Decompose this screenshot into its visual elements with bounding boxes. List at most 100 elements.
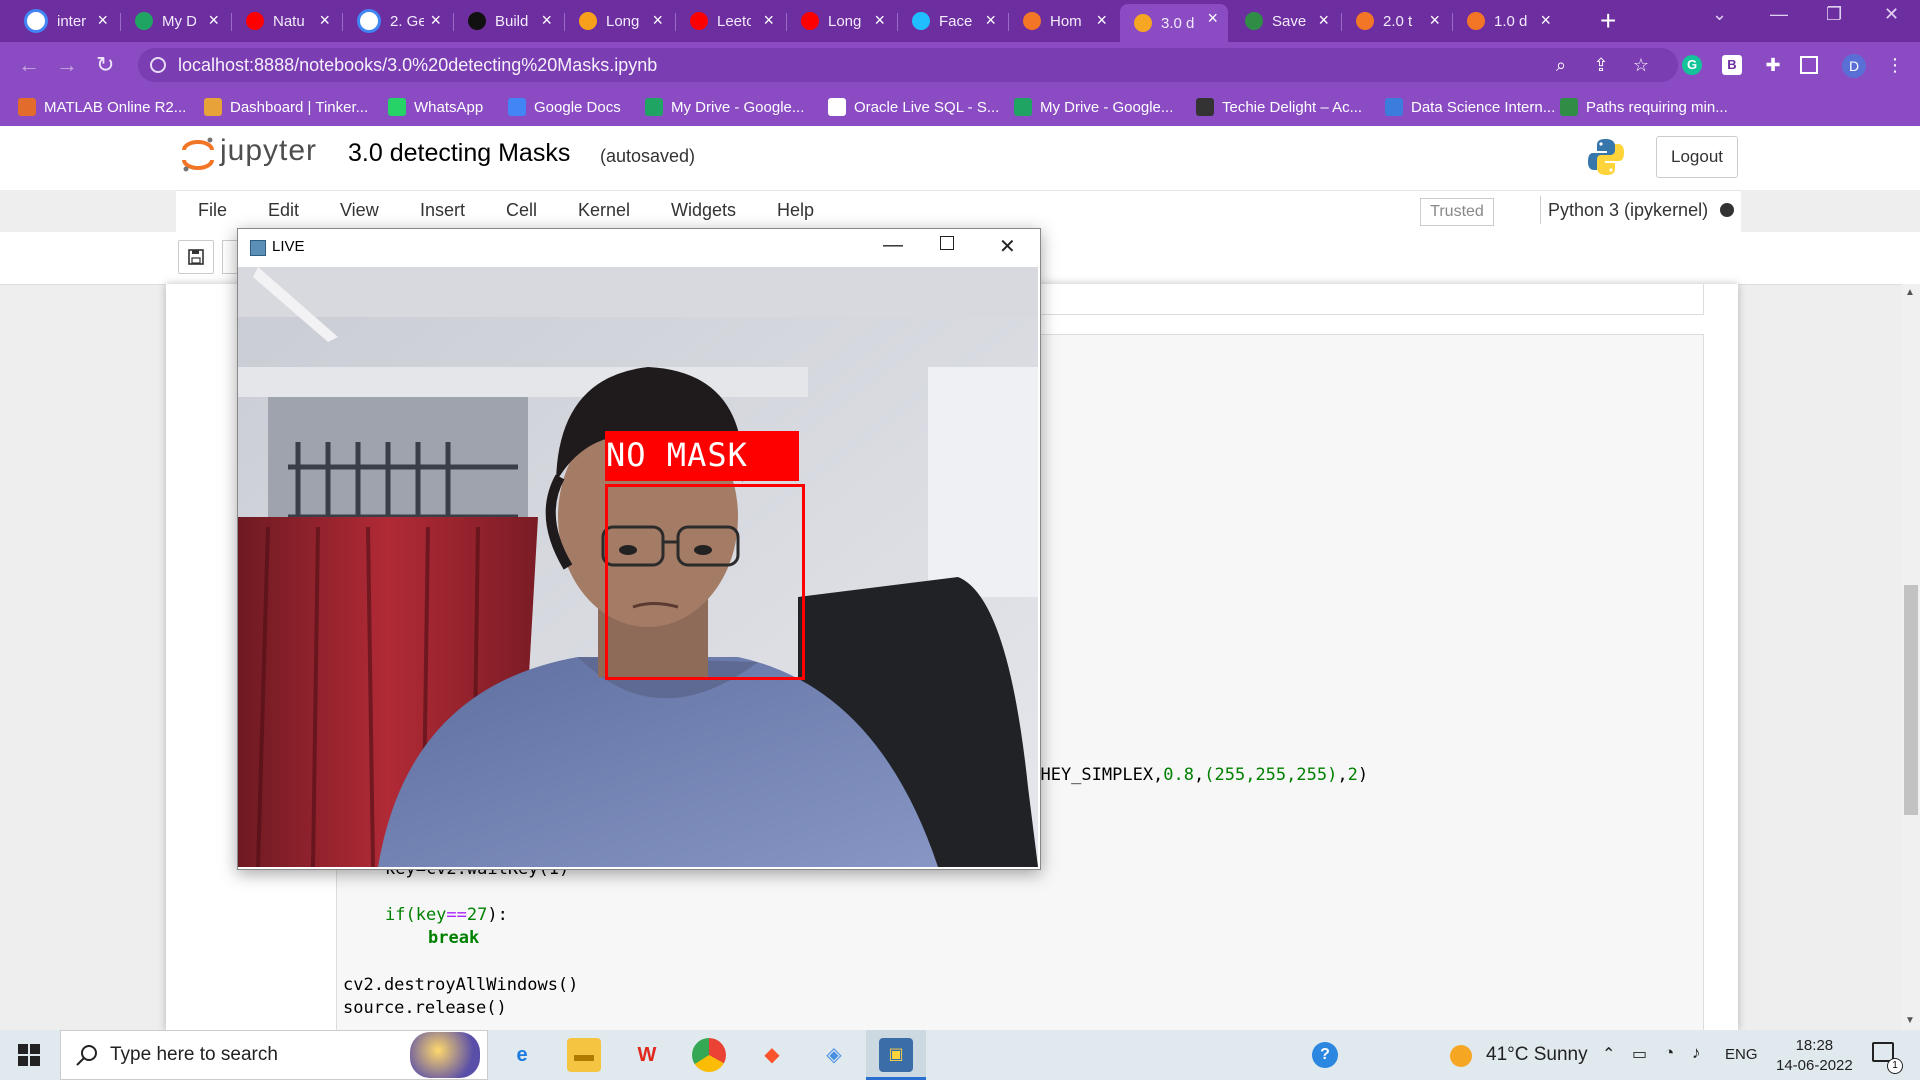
scroll-down-icon[interactable]: ▼: [1905, 1015, 1915, 1026]
bookmark-item[interactable]: My Drive - Google...: [1014, 96, 1173, 118]
tab-close-icon[interactable]: ×: [763, 11, 774, 29]
scrollbar-thumb[interactable]: [1904, 585, 1918, 815]
tab-3-0-d[interactable]: 3.0 d ×: [1120, 4, 1228, 42]
tab-build[interactable]: Build ×: [454, 6, 562, 36]
menu-view[interactable]: View: [340, 200, 379, 221]
minimize-icon[interactable]: —: [1770, 4, 1788, 25]
side-panel-icon[interactable]: [1800, 56, 1818, 74]
tab-2-0-t[interactable]: 2.0 t ×: [1342, 6, 1450, 36]
brave-icon[interactable]: ◆: [755, 1038, 789, 1072]
show-hidden-icons[interactable]: ⌃: [1602, 1044, 1615, 1064]
bookmark-item[interactable]: WhatsApp: [388, 96, 483, 118]
live-window-titlebar[interactable]: [238, 229, 1038, 267]
bookmark-item[interactable]: Paths requiring min...: [1560, 96, 1728, 118]
bookmark-star-icon[interactable]: ☆: [1630, 54, 1652, 76]
file-explorer-icon[interactable]: ▬: [567, 1038, 601, 1072]
tab-long[interactable]: Long ×: [565, 6, 673, 36]
profile-avatar[interactable]: D: [1842, 54, 1866, 78]
tab-close-icon[interactable]: ×: [97, 11, 108, 29]
battery-icon[interactable]: ▭: [1632, 1044, 1647, 1064]
forward-icon[interactable]: →: [56, 52, 78, 78]
trusted-indicator[interactable]: Trusted: [1420, 198, 1494, 226]
search-placeholder[interactable]: Type here to search: [110, 1044, 278, 1066]
share-icon[interactable]: ⇪: [1590, 54, 1612, 76]
bookmark-item[interactable]: Google Docs: [508, 96, 621, 118]
language-indicator[interactable]: ENG: [1725, 1046, 1758, 1063]
tab-close-icon[interactable]: ×: [652, 11, 663, 29]
tab-leetc[interactable]: Leetc ×: [676, 6, 784, 36]
wifi-icon[interactable]: ◔: [1664, 1043, 1674, 1063]
weather-sun-icon[interactable]: [1450, 1045, 1472, 1067]
bookmark-item[interactable]: Techie Delight – Ac...: [1196, 96, 1362, 118]
bookmark-item[interactable]: My Drive - Google...: [645, 96, 804, 118]
notebook-title[interactable]: 3.0 detecting Masks: [348, 139, 570, 168]
tab-close-icon[interactable]: ×: [430, 11, 441, 29]
menu-file[interactable]: File: [198, 200, 227, 221]
tab-title: Long: [828, 12, 862, 30]
tab-close-icon[interactable]: ×: [1429, 11, 1440, 29]
kernel-name[interactable]: Python 3 (ipykernel): [1548, 200, 1708, 221]
system-clock[interactable]: 18:28 14-06-2022: [1776, 1036, 1853, 1076]
tab-close-icon[interactable]: ×: [1207, 9, 1218, 27]
reload-icon[interactable]: ↻: [96, 52, 114, 78]
menu-kernel[interactable]: Kernel: [578, 200, 630, 221]
tab-1-0-d[interactable]: 1.0 d ×: [1453, 6, 1561, 36]
tab-facer[interactable]: Facer ×: [898, 6, 1006, 36]
tab-close-icon[interactable]: ×: [1318, 11, 1329, 29]
save-button[interactable]: [178, 240, 214, 274]
tab-close-icon[interactable]: ×: [985, 11, 996, 29]
windows-start-icon[interactable]: [18, 1044, 40, 1066]
live-minimize-icon[interactable]: —: [883, 234, 903, 257]
youtube-icon: [690, 12, 708, 30]
tab-hom[interactable]: Hom ×: [1009, 6, 1117, 36]
code-rgb: (255,255,255): [1204, 765, 1338, 785]
url-text[interactable]: localhost:8888/notebooks/3.0%20detecting…: [178, 55, 657, 76]
tab-save[interactable]: Save ×: [1231, 6, 1339, 36]
menu-insert[interactable]: Insert: [420, 200, 465, 221]
jupyter-wordmark[interactable]: jupyter: [220, 134, 317, 168]
menu-cell[interactable]: Cell: [506, 200, 537, 221]
bookmark-item[interactable]: Data Science Intern...: [1385, 96, 1555, 118]
tab-search-icon[interactable]: ⌄: [1712, 4, 1727, 25]
live-close-icon[interactable]: ✕: [999, 234, 1016, 259]
tab-2-ge[interactable]: 2. Ge ×: [343, 6, 451, 36]
volume-icon[interactable]: ♪: [1692, 1043, 1701, 1063]
restore-icon[interactable]: ❐: [1826, 4, 1842, 25]
zoom-icon[interactable]: ⌕: [1550, 54, 1572, 76]
site-info-icon[interactable]: [150, 57, 166, 73]
grammarly-icon[interactable]: G: [1682, 55, 1702, 75]
extensions-puzzle-icon[interactable]: ✚: [1762, 54, 1784, 76]
close-window-icon[interactable]: ✕: [1884, 4, 1899, 25]
tab-close-icon[interactable]: ×: [1096, 11, 1107, 29]
tab-close-icon[interactable]: ×: [1540, 11, 1551, 29]
menu-widgets[interactable]: Widgets: [671, 200, 736, 221]
tab-inter[interactable]: inter ×: [10, 6, 118, 36]
chrome-icon[interactable]: [692, 1038, 726, 1072]
tab-close-icon[interactable]: ×: [319, 11, 330, 29]
live-maximize-icon[interactable]: [940, 236, 954, 250]
edge-icon[interactable]: e: [505, 1038, 539, 1072]
scroll-up-icon[interactable]: ▲: [1905, 287, 1915, 298]
tab-close-icon[interactable]: ×: [874, 11, 885, 29]
search-highlight-image[interactable]: [410, 1032, 480, 1078]
tab-long[interactable]: Long ×: [787, 6, 895, 36]
bookmark-item[interactable]: Oracle Live SQL - S...: [828, 96, 999, 118]
bookmark-item[interactable]: Dashboard | Tinker...: [204, 96, 368, 118]
logout-button[interactable]: Logout: [1656, 136, 1738, 178]
tab-my-d[interactable]: My D ×: [121, 6, 229, 36]
chrome-menu-icon[interactable]: ⋮: [1884, 54, 1906, 76]
weather-text[interactable]: 41°C Sunny: [1486, 1044, 1588, 1066]
python-window-icon[interactable]: ▣: [879, 1038, 913, 1072]
new-tab-button[interactable]: +: [1600, 6, 1616, 36]
back-icon[interactable]: ←: [18, 52, 40, 78]
app-diamond-icon[interactable]: ◈: [817, 1038, 851, 1072]
menu-help[interactable]: Help: [777, 200, 814, 221]
help-icon[interactable]: ?: [1312, 1042, 1338, 1068]
tab-close-icon[interactable]: ×: [208, 11, 219, 29]
wps-office-icon[interactable]: W: [630, 1038, 664, 1072]
tab-close-icon[interactable]: ×: [541, 11, 552, 29]
extension-b-icon[interactable]: B: [1722, 55, 1742, 75]
menu-edit[interactable]: Edit: [268, 200, 299, 221]
bookmark-item[interactable]: MATLAB Online R2...: [18, 96, 186, 118]
tab-natu[interactable]: Natu ×: [232, 6, 340, 36]
